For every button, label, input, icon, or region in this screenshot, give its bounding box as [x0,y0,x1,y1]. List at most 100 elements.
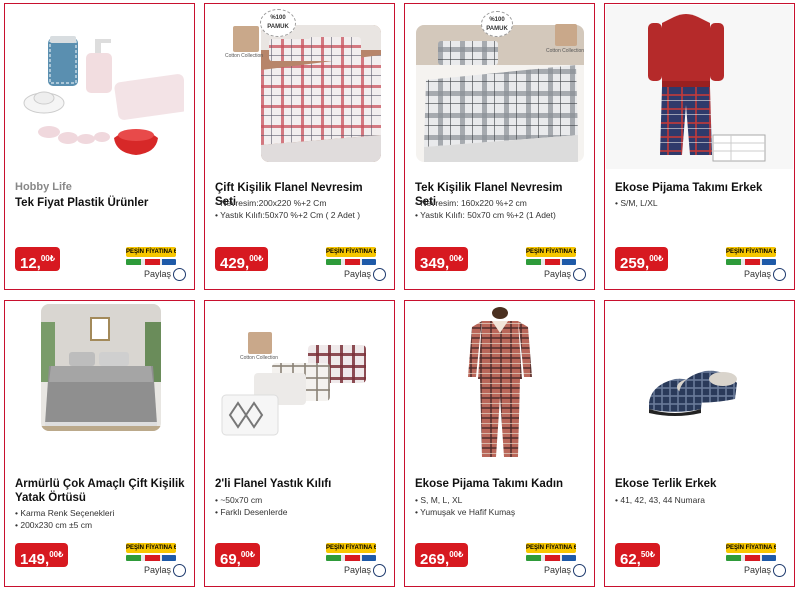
share-label[interactable]: Paylaş [744,267,771,281]
card-brands-strip [326,259,376,265]
share-icon[interactable] [573,564,586,577]
price-tag: 69,00₺ [215,543,260,568]
product-specs: • S, M, L, XL • Yumuşak ve Hafif Kumaş [415,494,588,518]
brand-logo-caption: Cotton Collection [225,53,264,59]
share-label[interactable]: Paylaş [544,267,571,281]
price-tag: 429,00₺ [215,247,269,272]
spec-item: • S, M, L, XL [415,495,463,505]
product-title[interactable]: Ekose Pijama Takımı Kadın [415,477,586,491]
price-decimal: 00₺ [49,550,64,559]
product-image [261,25,381,162]
taksit-badge: PEŞİN FİYATINA 6 TAKSİT [326,247,376,265]
product-title[interactable]: Ekose Terlik Erkek [615,477,786,491]
brand-logo [233,26,259,52]
product-title[interactable]: Ekose Pijama Takımı Erkek [615,181,786,195]
product-specs: • ~50x70 cm • Farklı Desenlerde [215,494,388,518]
card-brands-strip [526,259,576,265]
product-card[interactable]: Cotton Collection %100 PAMUK Çift Kişili… [204,3,395,290]
taksit-label: PEŞİN FİYATINA 6 TAKSİT [126,543,176,553]
brand-logo [248,332,272,354]
product-title[interactable]: Armürlü Çok Amaçlı Çift Kişilik Yatak Ör… [15,477,186,505]
product-card[interactable]: Cotton Collection %100 PAMUK Tek Kişilik… [404,3,595,290]
share-label[interactable]: Paylaş [344,267,371,281]
spec-item: • 200x230 cm ±5 cm [15,520,93,530]
card-brands-strip [526,555,576,561]
product-specs: • Karma Renk Seçenekleri • 200x230 cm ±5… [15,507,188,531]
taksit-label: PEŞİN FİYATINA 6 TAKSİT [726,543,776,553]
product-image [41,304,161,431]
card-brands-strip [126,259,176,265]
card-brands-strip [726,555,776,561]
product-specs: • Nevresim: 160x220 %+2 cm • Yastık Kılı… [415,197,588,221]
product-image [220,329,380,441]
product-card[interactable]: Ekose Pijama Takımı Erkek • S/M, L/XL 25… [604,3,795,290]
spec-item: • 41, 42, 43, 44 Numara [615,495,705,505]
price-decimal: 00₺ [449,550,464,559]
taksit-badge: PEŞİN FİYATINA 6 TAKSİT [726,247,776,265]
taksit-badge: PEŞİN FİYATINA 6 TAKSİT [126,543,176,561]
share-label[interactable]: Paylaş [144,563,171,577]
product-brand: Hobby Life [15,181,72,193]
share-icon[interactable] [773,564,786,577]
price-main: 69, [220,551,241,568]
share-label[interactable]: Paylaş [144,267,171,281]
brand-logo-caption: Cotton Collection [240,355,279,361]
taksit-label: PEŞİN FİYATINA 6 TAKSİT [726,247,776,257]
product-image [16,13,184,163]
price-main: 259, [620,255,650,272]
product-card[interactable]: Ekose Terlik Erkek • 41, 42, 43, 44 Numa… [604,300,795,587]
product-title[interactable]: Tek Fiyat Plastik Ürünler [15,196,186,210]
price-decimal: 00₺ [249,254,264,263]
taksit-label: PEŞİN FİYATINA 6 TAKSİT [326,247,376,257]
share-icon[interactable] [773,268,786,281]
brand-logo-caption: Cotton Collection [546,48,585,54]
share-icon[interactable] [373,564,386,577]
card-brands-strip [326,555,376,561]
taksit-badge: PEŞİN FİYATINA 6 TAKSİT [726,543,776,561]
product-card[interactable]: Hobby Life Tek Fiyat Plastik Ürünler 12,… [4,3,195,290]
product-specs: • 41, 42, 43, 44 Numara [615,494,788,506]
product-image [606,5,793,169]
product-card[interactable]: Armürlü Çok Amaçlı Çift Kişilik Yatak Ör… [4,300,195,587]
price-tag: 149,00₺ [15,543,69,568]
brand-logo [555,24,577,46]
price-decimal: 00₺ [40,254,55,263]
price-tag: 269,00₺ [415,543,469,568]
price-main: 349, [420,255,450,272]
share-icon[interactable] [373,268,386,281]
price-tag: 12,00₺ [15,247,60,272]
card-brands-strip [726,259,776,265]
taksit-badge: PEŞİN FİYATINA 6 TAKSİT [526,543,576,561]
share-icon[interactable] [573,268,586,281]
card-brands-strip [126,555,176,561]
spec-item: • ~50x70 cm [215,495,263,505]
spec-item: • Yastık Kılıfı:50x70 %+2 Cm ( 2 Adet ) [215,210,361,220]
taksit-badge: PEŞİN FİYATINA 6 TAKSİT [526,247,576,265]
taksit-label: PEŞİN FİYATINA 6 TAKSİT [326,543,376,553]
share-label[interactable]: Paylaş [344,563,371,577]
product-title[interactable]: 2'li Flanel Yastık Kılıfı [215,477,386,491]
pamuk-badge: %100 PAMUK [260,9,296,37]
share-label[interactable]: Paylaş [744,563,771,577]
share-icon[interactable] [173,564,186,577]
product-card[interactable]: Ekose Pijama Takımı Kadın • S, M, L, XL … [404,300,595,587]
price-main: 12, [20,255,41,272]
product-card[interactable]: Cotton Collection 2'li Flanel Yastık Kıl… [204,300,395,587]
price-main: 62, [620,551,641,568]
spec-item: • Yumuşak ve Hafif Kumaş [415,507,516,517]
taksit-badge: PEŞİN FİYATINA 6 TAKSİT [326,543,376,561]
spec-item: • Nevresim: 160x220 %+2 cm [415,198,527,208]
spec-item: • Nevresim:200x220 %+2 Cm [215,198,327,208]
price-tag: 349,00₺ [415,247,469,272]
taksit-label: PEŞİN FİYATINA 6 TAKSİT [126,247,176,257]
price-decimal: 00₺ [240,550,255,559]
share-label[interactable]: Paylaş [544,563,571,577]
price-main: 149, [20,551,50,568]
price-main: 429, [220,255,250,272]
product-grid: Hobby Life Tek Fiyat Plastik Ürünler 12,… [0,0,800,593]
spec-item: • S/M, L/XL [615,198,658,208]
price-decimal: 50₺ [640,550,655,559]
share-icon[interactable] [173,268,186,281]
product-specs: • Nevresim:200x220 %+2 Cm • Yastık Kılıf… [215,197,388,221]
product-image [460,307,540,465]
